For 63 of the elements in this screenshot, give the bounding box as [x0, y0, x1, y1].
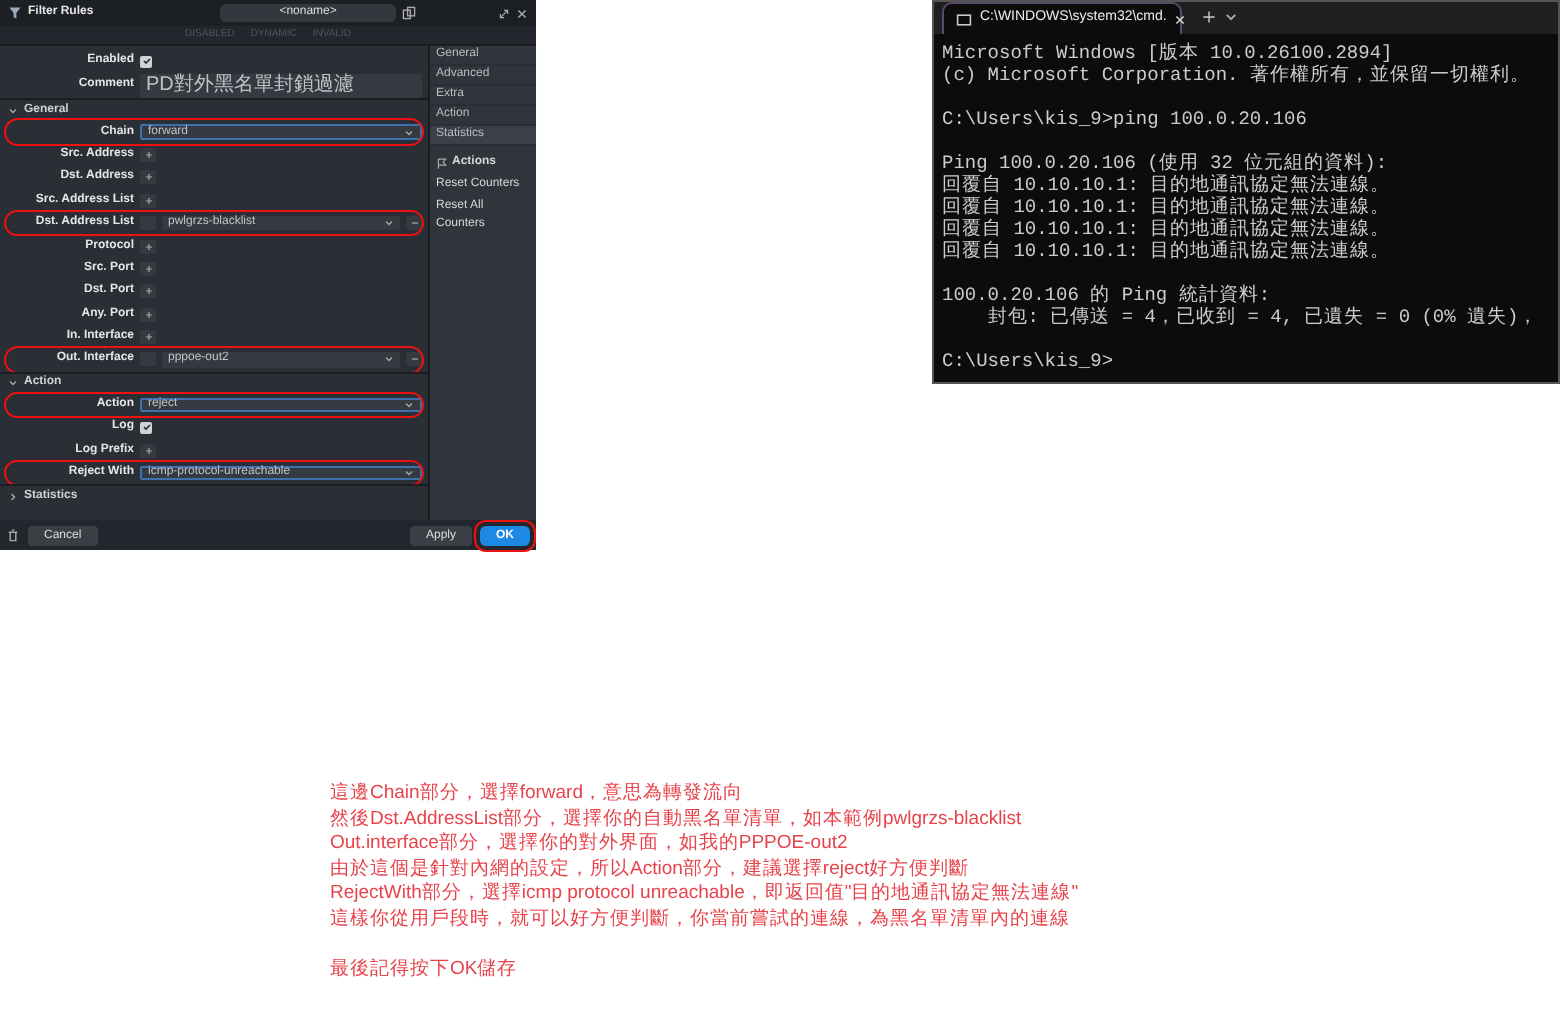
caret-icon [384, 218, 394, 229]
checkbox[interactable] [140, 55, 152, 68]
plus-icon [143, 149, 153, 160]
checkbox[interactable] [140, 421, 152, 434]
plus-icon [143, 445, 153, 456]
add-button[interactable] [140, 330, 156, 345]
add-button[interactable] [140, 443, 156, 458]
note-line: 由於這個是針對內網的設定，所以Action部分，建議選擇reject好方便判斷 [330, 857, 972, 882]
chevron-down-icon [8, 105, 18, 116]
caret-icon [404, 468, 414, 479]
console-line: Ping 100.0.20.106 (使用 32 位元組的資料): [942, 152, 1390, 174]
console-line: (c) Microsoft Corporation. 著作權所有，並保留一切權利。 [942, 64, 1532, 86]
console-line: 回覆自 10.10.10.1: 目的地通訊協定無法連線。 [942, 218, 1393, 240]
caret-icon [404, 399, 414, 410]
plus-icon [143, 241, 153, 252]
trash-icon[interactable] [6, 528, 20, 542]
note-line: 最後記得按下OK儲存 [330, 957, 520, 982]
console-line: C:\Users\kis_9>ping 100.0.20.106 [942, 108, 1309, 130]
add-button[interactable] [140, 261, 156, 276]
console-line: 100.0.20.106 的 Ping 統計資料: [942, 284, 1273, 306]
console-line: 回覆自 10.10.10.1: 目的地通訊協定無法連線。 [942, 240, 1393, 262]
console-line: 回覆自 10.10.10.1: 目的地通訊協定無法連線。 [942, 196, 1393, 218]
chevron-down-icon [8, 378, 18, 389]
negate-toggle[interactable] [140, 216, 156, 231]
dropdown-icon[interactable] [1224, 10, 1238, 24]
flag-icon [436, 157, 448, 169]
terminal-icon [956, 11, 972, 27]
expand-icon[interactable] [498, 7, 510, 19]
caret-icon [384, 354, 394, 365]
chevron-right-icon [8, 491, 18, 502]
plus-icon [143, 332, 153, 343]
remove-button[interactable] [406, 352, 422, 367]
note-line: RejectWith部分，選擇icmp protocol unreachable，即返回值"目的地通訊協定無法連線" [330, 882, 1081, 907]
remove-button[interactable] [406, 216, 422, 231]
note-line: Out.interface部分，選擇你的對外界面，如我的PPPOE-out2 [330, 832, 850, 857]
add-button[interactable] [140, 193, 156, 208]
plus-icon [143, 286, 153, 297]
note-line: 這樣你從用戶段時，就可以好方便判斷，你當前嘗試的連線，為黑名單清單內的連線 [330, 907, 1072, 932]
plus-icon [143, 172, 153, 183]
add-button[interactable] [140, 307, 156, 322]
caret-icon [404, 127, 414, 138]
add-button[interactable] [140, 147, 156, 162]
console-line: Microsoft Windows [版本 10.0.26100.2894] [942, 42, 1395, 64]
minus-icon [409, 354, 419, 365]
check-icon [141, 422, 151, 433]
add-button[interactable] [140, 239, 156, 254]
note-line: 這邊Chain部分，選擇forward，意思為轉發流向 [330, 782, 745, 807]
console-line: C:\Users\kis_9> [942, 350, 1116, 372]
add-button[interactable] [140, 170, 156, 185]
add-button[interactable] [140, 284, 156, 299]
console-line: 回覆自 10.10.10.1: 目的地通訊協定無法連線。 [942, 174, 1393, 196]
check-icon [141, 56, 151, 67]
text-field[interactable]: PD對外黑名單封鎖過濾 [140, 73, 422, 98]
plus-icon [143, 309, 153, 320]
close-icon[interactable] [516, 7, 528, 19]
minus-icon [409, 218, 419, 229]
plus-icon [143, 195, 153, 206]
new-tab-icon[interactable] [1202, 10, 1216, 24]
filter-icon [8, 6, 22, 20]
plus-icon [143, 263, 153, 274]
note-line: 然後Dst.AddressList部分，選擇你的自動黑名單清單，如本範例pwlgrzs-blacklist [330, 807, 1024, 832]
console-line: 封包: 已傳送 = 4，已收到 = 4, 已遺失 = 0 (0% 遺失)， [985, 306, 1541, 328]
copy-icon[interactable] [402, 6, 417, 20]
